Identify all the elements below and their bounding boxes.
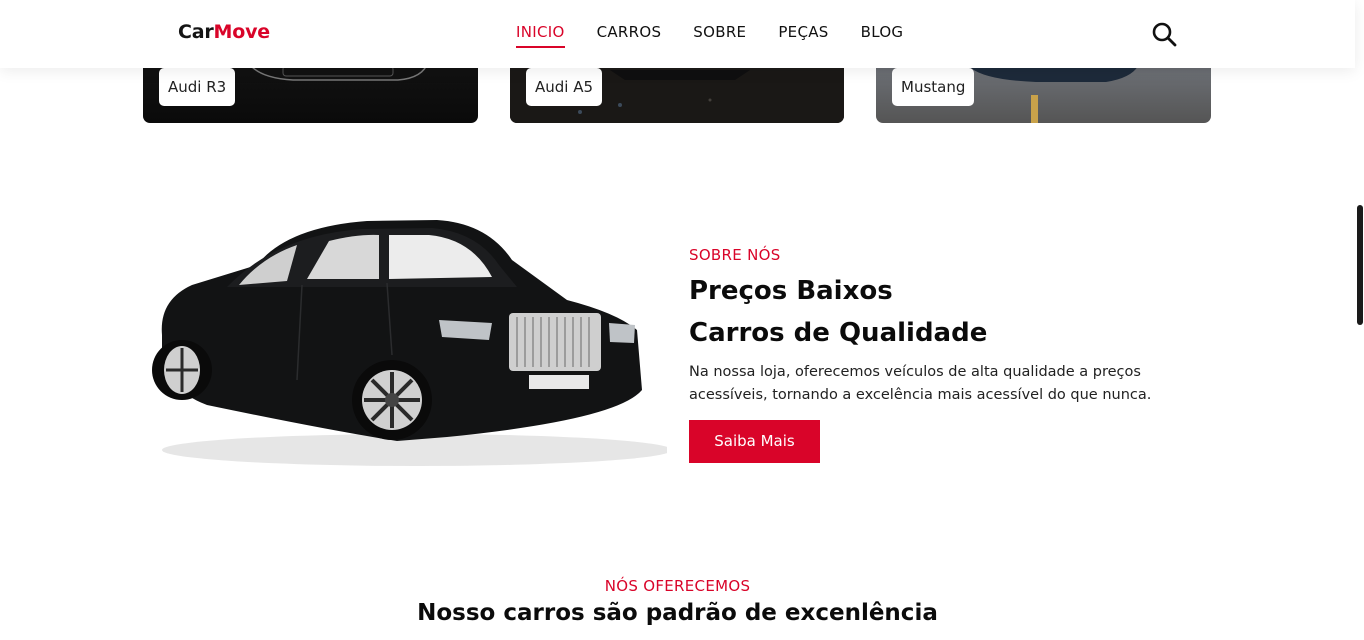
car-card-label: Mustang: [892, 68, 975, 106]
logo-text-move: Move: [213, 21, 271, 43]
about-title-line1: Preços Baixos: [689, 276, 893, 306]
car-card-label: Audi A5: [526, 68, 603, 106]
about-title-line2: Carros de Qualidade: [689, 318, 988, 348]
page-scrollbar[interactable]: [1355, 0, 1364, 640]
nav-item-pecas[interactable]: PEÇAS: [778, 23, 828, 45]
search-icon[interactable]: [1151, 21, 1177, 47]
about-eyebrow: SOBRE NÓS: [689, 246, 781, 264]
offer-eyebrow: NÓS OFERECEMOS: [604, 577, 751, 595]
nav-item-blog[interactable]: BLOG: [861, 23, 904, 45]
site-header: CarMove INICIO CARROS SOBRE PEÇAS BLOG: [0, 0, 1355, 68]
nav-item-inicio[interactable]: INICIO: [516, 23, 565, 48]
nav-item-sobre[interactable]: SOBRE: [693, 23, 746, 45]
main-nav: INICIO CARROS SOBRE PEÇAS BLOG: [516, 23, 935, 48]
logo-text-car: Car: [178, 21, 214, 43]
logo[interactable]: CarMove: [178, 21, 270, 43]
nav-item-carros[interactable]: CARROS: [597, 23, 662, 45]
sedan-car-image: [152, 220, 667, 466]
saiba-mais-button[interactable]: Saiba Mais: [689, 420, 820, 463]
car-card-label: Audi R3: [159, 68, 236, 106]
about-title: Preços Baixos Carros de Qualidade: [689, 270, 987, 354]
scrollbar-thumb[interactable]: [1357, 205, 1363, 325]
about-description: Na nossa loja, oferecemos veículos de al…: [689, 364, 1152, 403]
offer-title: Nosso carros são padrão de excenlência: [417, 600, 938, 626]
